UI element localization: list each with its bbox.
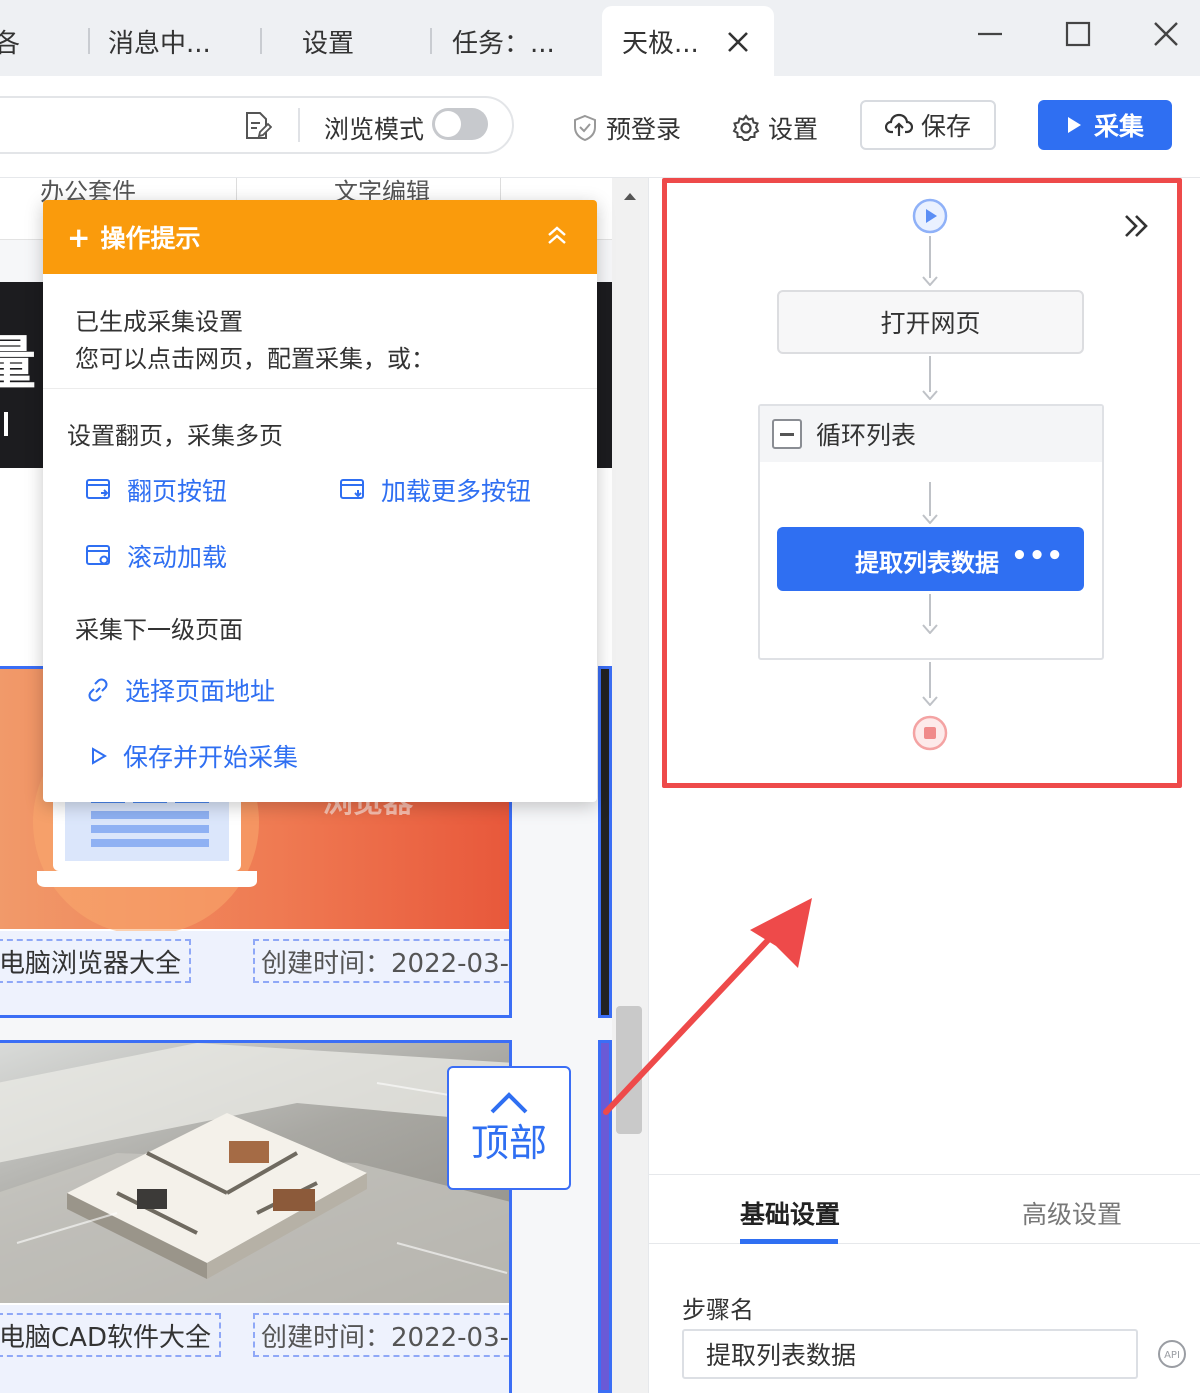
page-turn-icon [86,479,110,499]
tab-messages[interactable]: 消息中... [108,10,211,72]
chevron-double-up-icon[interactable] [543,222,571,250]
gear-icon [732,114,760,141]
hint-divider [43,388,597,389]
step-name-input[interactable] [682,1329,1138,1379]
back-to-top-button[interactable]: 顶部 [447,1066,571,1190]
annotation-arrow-icon [603,898,812,1115]
play-outline-icon [92,747,107,765]
section-paging: 设置翻页，采集多页 [67,422,283,450]
window-close-icon[interactable] [1146,14,1186,54]
shield-icon [574,114,596,142]
floorplan-illustration-icon [0,1043,509,1303]
tab-separator [260,28,262,54]
play-icon [1067,117,1081,133]
prelogin-button[interactable]: 预登录 [572,110,681,146]
plus-icon: + [67,220,91,254]
tab-advanced-settings[interactable]: 高级设置 [1022,1195,1122,1231]
card-title[interactable]: 电脑CAD软件大全 [0,1313,221,1357]
close-icon[interactable] [722,26,754,58]
minimize-icon[interactable] [970,14,1010,54]
toolbar: 浏览模式 预登录 设置 保存 采集 [0,76,1200,178]
tab-separator [430,28,432,54]
tab-task[interactable]: 任务：... [452,10,555,72]
hint-description: 已生成采集设置 您可以点击网页，配置采集，或： [75,308,435,373]
banner-mark [4,412,8,436]
maximize-icon[interactable] [1058,14,1098,54]
section-next-level: 采集下一级页面 [75,616,243,644]
select-url-link[interactable]: 选择页面地址 [85,672,275,708]
hint-title: 操作提示 [100,224,201,253]
save-button[interactable]: 保存 [860,100,996,150]
toggle-knob [435,111,461,137]
load-more-icon [340,479,364,499]
browse-mode-label: 浏览模式 [324,115,425,144]
tab-separator [88,28,90,54]
tab-item[interactable]: 各 [0,10,20,72]
scrollbar[interactable] [612,178,648,1393]
scroll-load-link[interactable]: 滚动加载 [85,538,227,574]
page-edit-icon[interactable] [242,110,272,142]
collect-button[interactable]: 采集 [1038,100,1172,150]
card-title[interactable]: 电脑浏览器大全 [0,939,192,983]
save-start-link[interactable]: 保存并开始采集 [89,738,298,774]
card-image [0,1043,509,1303]
tab-basic-settings[interactable]: 基础设置 [740,1195,840,1231]
browse-mode-toggle[interactable] [432,108,488,140]
link-icon [88,678,108,702]
tab-bar: 各 消息中... 设置 任务：... 天极... [0,0,1200,76]
page-button-link[interactable]: 翻页按钮 [85,472,227,508]
operation-hint-panel: + 操作提示 已生成采集设置 您可以点击网页，配置采集，或： 设置翻页，采集多页… [43,200,597,802]
banner-text: 量 [0,329,37,397]
card-date: 创建时间：2022-03-28 [253,939,509,983]
load-more-link[interactable]: 加载更多按钮 [339,472,531,508]
active-tab-indicator [740,1239,838,1244]
toolbar-divider [298,108,300,142]
tab-settings[interactable]: 设置 [302,10,354,72]
step-name-label: 步骤名 [682,1296,754,1324]
hint-header[interactable]: + 操作提示 [43,200,597,274]
settings-button[interactable]: 设置 [732,110,818,146]
card-date: 创建时间：2022-03-28 [253,1313,509,1357]
list-item-card[interactable]: 电脑CAD软件大全 创建时间：2022-03-28 [0,1040,512,1393]
api-icon[interactable]: API [1156,1338,1188,1370]
scroll-load-icon [86,545,110,565]
settings-tabs: 基础设置 高级设置 [648,1174,1200,1244]
annotation-highlight-box [662,178,1182,788]
cloud-upload-icon [884,113,913,136]
scroll-up-icon[interactable] [622,190,638,202]
svg-text:API: API [1164,1350,1180,1361]
